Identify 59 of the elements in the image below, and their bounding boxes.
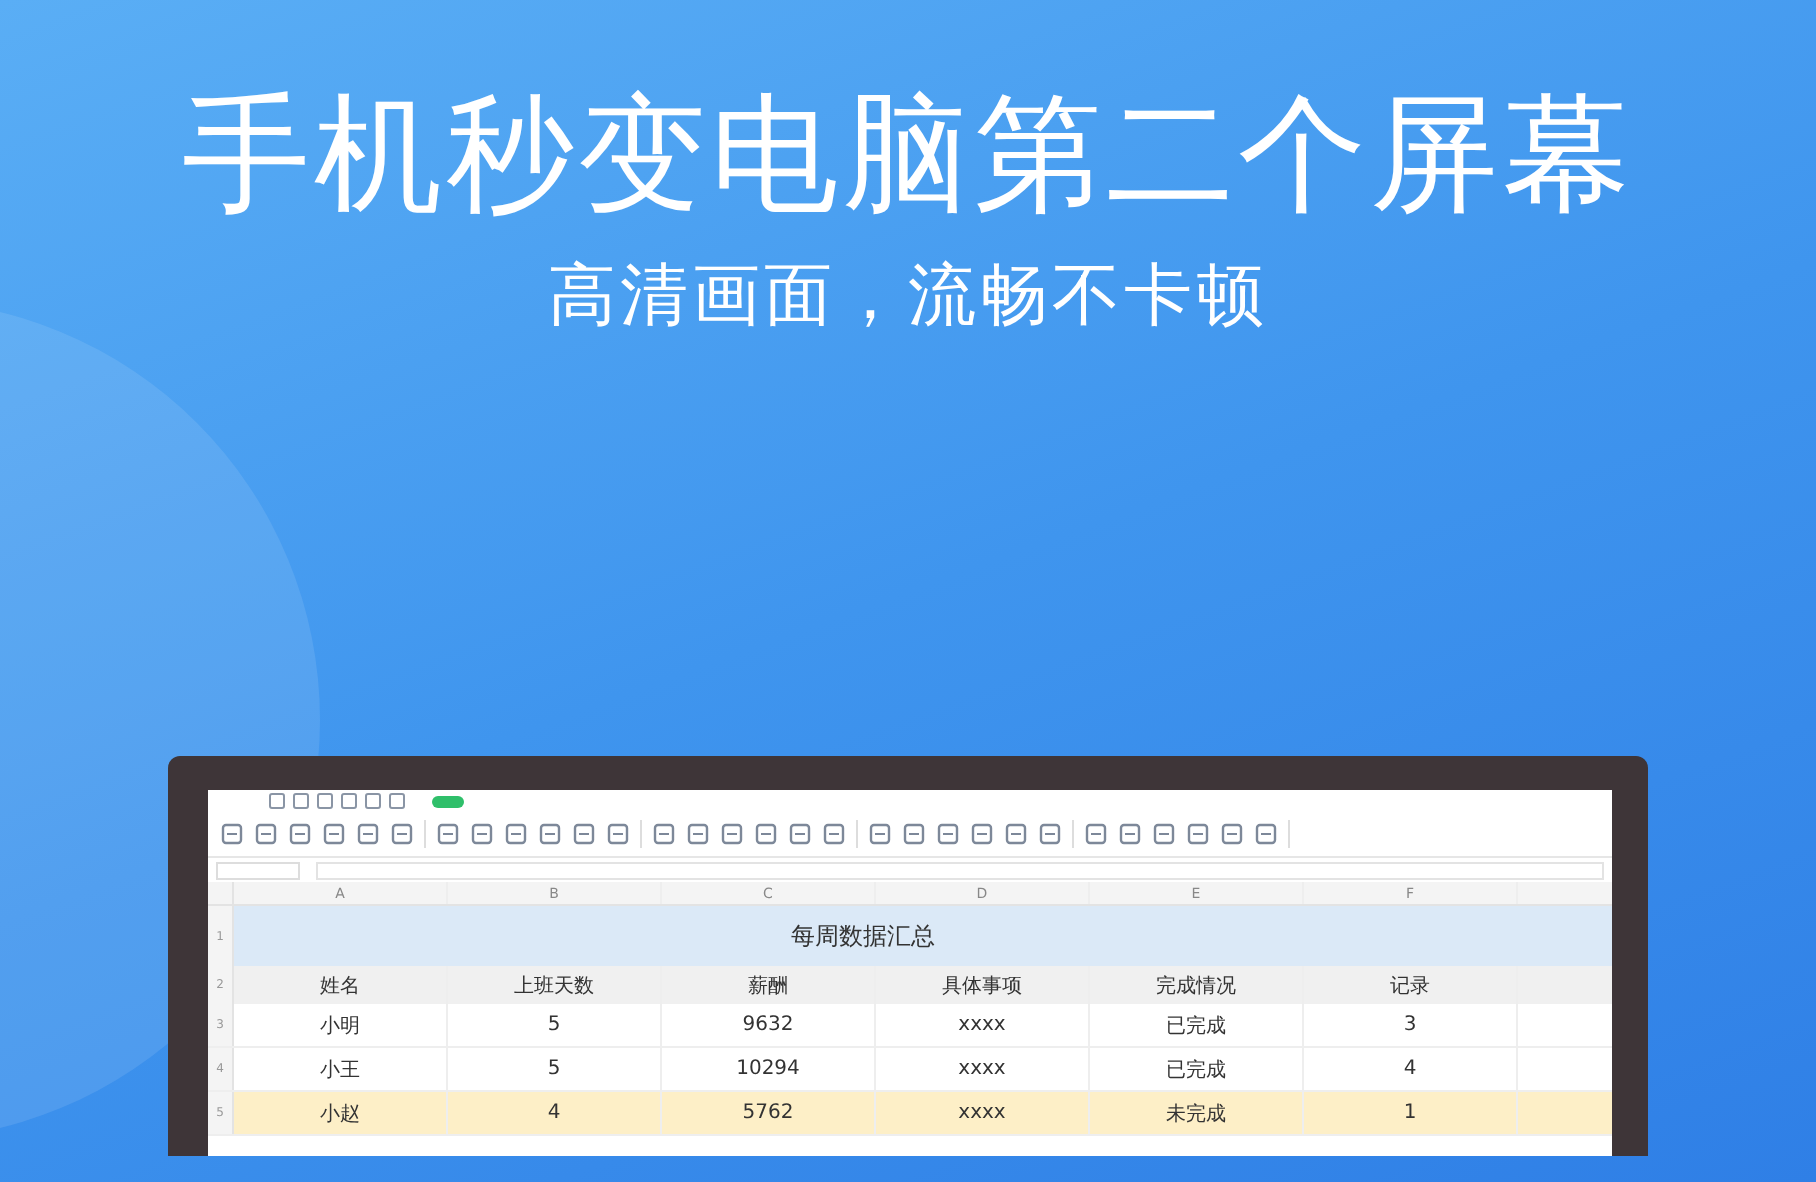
ribbon-tool-icon[interactable] xyxy=(970,822,994,846)
table-cell: 已完成 xyxy=(1090,1004,1304,1046)
ribbon-tool-icon[interactable] xyxy=(1004,822,1028,846)
ribbon-tool-icon[interactable] xyxy=(470,822,494,846)
ribbon-tool-icon[interactable] xyxy=(822,822,846,846)
ribbon-tool-icon[interactable] xyxy=(572,822,596,846)
toolbar-square-icon[interactable] xyxy=(364,792,382,810)
ribbon-tool-icon[interactable] xyxy=(504,822,528,846)
table-cell: 4 xyxy=(1304,1048,1518,1090)
table-cell: 4 xyxy=(448,1092,662,1134)
table-cell: 3 xyxy=(1304,1004,1518,1046)
ribbon-tool-icon[interactable] xyxy=(1038,822,1062,846)
headline: 手机秒变电脑第二个屏幕 xyxy=(182,80,1634,234)
ribbon-tool-icon[interactable] xyxy=(686,822,710,846)
toolbar-square-icon[interactable] xyxy=(292,792,310,810)
table-cell: 已完成 xyxy=(1090,1048,1304,1090)
ribbon-tool-icon[interactable] xyxy=(652,822,676,846)
ribbon-tool-icon[interactable] xyxy=(322,822,346,846)
ribbon-tool-icon[interactable] xyxy=(390,822,414,846)
toolbar-square-icon[interactable] xyxy=(316,792,334,810)
table-cell: 小王 xyxy=(234,1048,448,1090)
ribbon-tool-icon[interactable] xyxy=(606,822,630,846)
table-cell: 小赵 xyxy=(234,1092,448,1134)
table-cell: 小明 xyxy=(234,1004,448,1046)
table-cell: 5 xyxy=(448,1004,662,1046)
ribbon-tool-icon[interactable] xyxy=(1186,822,1210,846)
table-cell: 5 xyxy=(448,1048,662,1090)
toolbar-square-icon[interactable] xyxy=(388,792,406,810)
toolbar-square-icon[interactable] xyxy=(268,792,286,810)
table-cell: xxxx xyxy=(876,1092,1090,1134)
subheadline: 高清画面，流畅不卡顿 xyxy=(548,254,1268,340)
ribbon-tool-icon[interactable] xyxy=(902,822,926,846)
ribbon-tool-icon[interactable] xyxy=(1152,822,1176,846)
table-cell: 9632 xyxy=(662,1004,876,1046)
table-cell: 未完成 xyxy=(1090,1092,1304,1134)
ribbon-tool-icon[interactable] xyxy=(220,822,244,846)
ribbon-tool-icon[interactable] xyxy=(356,822,380,846)
active-tab-pill[interactable] xyxy=(432,795,464,807)
ribbon-tool-icon[interactable] xyxy=(254,822,278,846)
toolbar-square-icon[interactable] xyxy=(340,792,358,810)
ribbon-tool-icon[interactable] xyxy=(788,822,812,846)
table-cell: 5762 xyxy=(662,1092,876,1134)
ribbon-tool-icon[interactable] xyxy=(538,822,562,846)
table-cell: xxxx xyxy=(876,1004,1090,1046)
table-cell: xxxx xyxy=(876,1048,1090,1090)
ribbon-tool-icon[interactable] xyxy=(1220,822,1244,846)
formula-field[interactable] xyxy=(316,861,1604,879)
ribbon-tool-icon[interactable] xyxy=(1084,822,1108,846)
table-cell: 1 xyxy=(1304,1092,1518,1134)
ribbon-tool-icon[interactable] xyxy=(288,822,312,846)
ribbon-tool-icon[interactable] xyxy=(436,822,460,846)
ribbon-tool-icon[interactable] xyxy=(754,822,778,846)
ribbon-tool-icon[interactable] xyxy=(936,822,960,846)
ribbon-tool-icon[interactable] xyxy=(1254,822,1278,846)
sheet-title: 每周数据汇总 xyxy=(791,919,935,953)
ribbon-tool-icon[interactable] xyxy=(1118,822,1142,846)
ribbon-tool-icon[interactable] xyxy=(720,822,744,846)
ribbon-tool-icon[interactable] xyxy=(868,822,892,846)
table-cell: 10294 xyxy=(662,1048,876,1090)
